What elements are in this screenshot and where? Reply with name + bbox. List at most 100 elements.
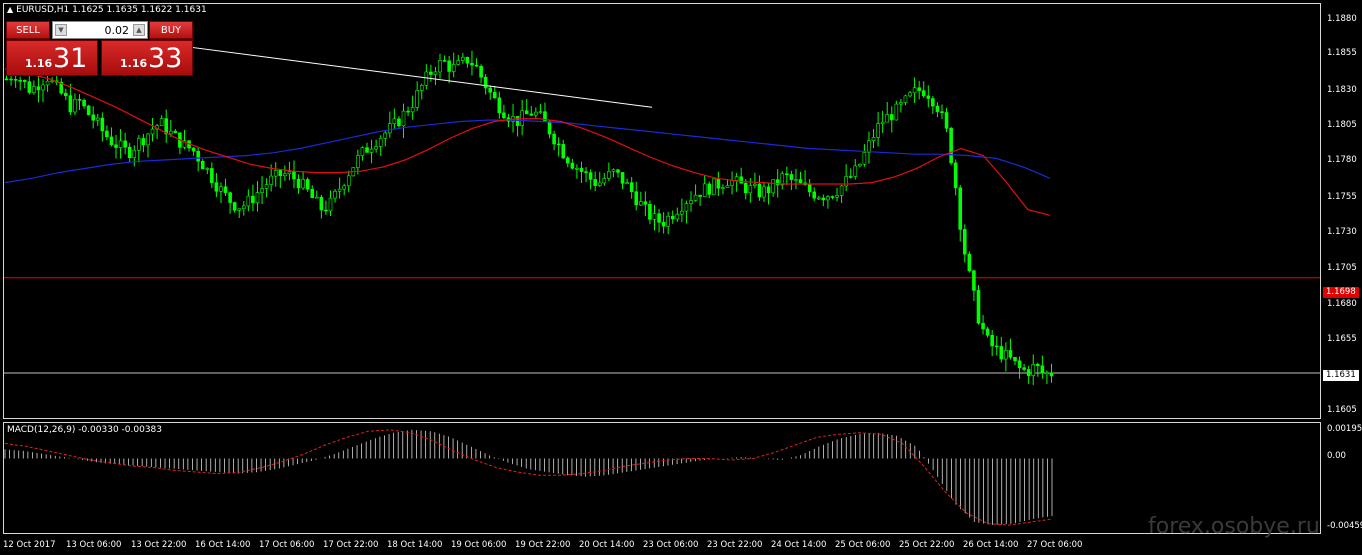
candle-body bbox=[762, 186, 766, 198]
candle-body bbox=[643, 201, 648, 205]
candle-body bbox=[534, 111, 538, 116]
price-scale-label: 1.1855 bbox=[1327, 48, 1357, 58]
chart-header: ▲ EURUSD,H1 1.1625 1.1635 1.1622 1.1631 bbox=[7, 5, 207, 15]
lot-increase-icon[interactable]: ▲ bbox=[133, 24, 145, 36]
trendline bbox=[149, 41, 653, 108]
time-axis-label: 26 Oct 14:00 bbox=[963, 540, 1019, 550]
collapse-triangle-icon[interactable]: ▲ bbox=[7, 5, 13, 14]
candle-body bbox=[433, 71, 438, 75]
candle-body bbox=[95, 117, 100, 121]
candle-body bbox=[9, 78, 13, 81]
sell-price-button[interactable]: 1.16 31 bbox=[6, 40, 98, 76]
candle-body bbox=[1022, 367, 1026, 370]
candle-body bbox=[82, 99, 86, 107]
candle-body bbox=[967, 253, 972, 272]
candle-body bbox=[1004, 350, 1008, 360]
candle-body bbox=[246, 195, 251, 207]
candle-body bbox=[260, 188, 264, 193]
candle-body bbox=[392, 118, 397, 124]
time-axis-label: 25 Oct 22:00 bbox=[899, 540, 955, 550]
candle-body bbox=[310, 188, 315, 199]
lot-size-field[interactable]: ▼ ▲ bbox=[52, 21, 148, 39]
candle-body bbox=[721, 187, 725, 189]
candle-body bbox=[1017, 360, 1022, 369]
candle-body bbox=[378, 137, 383, 147]
price-scale-label: 1.1755 bbox=[1327, 192, 1357, 202]
macd-scale-label: -0.00459 bbox=[1327, 521, 1362, 531]
candle-body bbox=[200, 160, 205, 170]
candle-body bbox=[419, 85, 424, 91]
sell-button[interactable]: SELL bbox=[6, 21, 50, 39]
macd-title: MACD(12,26,9) -0.00330 -0.00383 bbox=[7, 425, 163, 435]
lot-decrease-icon[interactable]: ▼ bbox=[55, 24, 67, 36]
candle-body bbox=[931, 98, 935, 107]
candle-body bbox=[620, 172, 625, 184]
chart-window[interactable]: ▲ EURUSD,H1 1.1625 1.1635 1.1622 1.1631 S… bbox=[0, 0, 1362, 555]
candle-body bbox=[853, 165, 858, 177]
candle-body bbox=[333, 190, 337, 199]
candle-body bbox=[232, 202, 237, 211]
candle-body bbox=[315, 196, 319, 199]
candle-body bbox=[105, 130, 109, 138]
candle-body bbox=[588, 172, 593, 180]
candle-body bbox=[374, 146, 378, 150]
candle-body bbox=[383, 132, 388, 139]
candle-body bbox=[826, 196, 830, 201]
candle-body bbox=[324, 209, 328, 212]
candle-body bbox=[483, 76, 488, 89]
candle-body bbox=[22, 80, 27, 82]
time-axis-label: 12 Oct 2017 bbox=[3, 540, 56, 550]
candle-body bbox=[109, 136, 114, 146]
candle-body bbox=[73, 98, 77, 113]
time-axis-label: 23 Oct 22:00 bbox=[707, 540, 763, 550]
candle-body bbox=[780, 173, 785, 186]
candle-body bbox=[278, 170, 283, 177]
candle-body bbox=[976, 290, 981, 324]
candle-body bbox=[337, 188, 342, 192]
candle-body bbox=[739, 176, 743, 184]
candle-body bbox=[114, 144, 118, 148]
candle-body bbox=[1008, 350, 1013, 358]
candle-body bbox=[675, 213, 680, 220]
candle-body bbox=[734, 176, 739, 181]
lot-size-input[interactable] bbox=[69, 22, 129, 38]
candle-body bbox=[515, 116, 520, 127]
candle-body bbox=[173, 130, 178, 134]
candle-body bbox=[917, 87, 921, 91]
one-click-trading-panel: SELL ▼ ▲ BUY 1.16 31 1.16 33 bbox=[6, 19, 193, 76]
candle-body bbox=[401, 110, 406, 127]
candle-body bbox=[981, 322, 985, 330]
price-scale-label: 1.1705 bbox=[1327, 263, 1357, 273]
candle-body bbox=[716, 178, 721, 189]
candle-body bbox=[999, 346, 1004, 360]
buy-price-button[interactable]: 1.16 33 bbox=[101, 40, 193, 76]
candle-body bbox=[296, 178, 301, 189]
time-axis-label: 18 Oct 14:00 bbox=[387, 540, 443, 550]
candle-body bbox=[680, 210, 684, 215]
candle-body bbox=[812, 191, 817, 199]
candle-body bbox=[652, 213, 657, 220]
candle-body bbox=[839, 185, 844, 196]
candle-body bbox=[283, 173, 287, 177]
candle-body bbox=[556, 143, 561, 146]
candle-body bbox=[661, 222, 666, 227]
candle-body bbox=[552, 133, 556, 145]
candle-body bbox=[894, 103, 899, 121]
candle-body bbox=[607, 171, 611, 179]
candle-body bbox=[18, 79, 22, 82]
candle-body bbox=[127, 146, 132, 159]
candle-body bbox=[885, 114, 890, 123]
candle-body bbox=[529, 113, 534, 116]
candle-body bbox=[456, 60, 461, 65]
candle-body bbox=[670, 215, 675, 220]
candle-body bbox=[465, 56, 470, 64]
candle-body bbox=[223, 186, 228, 193]
candle-body bbox=[492, 91, 497, 99]
candle-body bbox=[597, 182, 602, 186]
buy-button[interactable]: BUY bbox=[149, 21, 193, 39]
candle-body bbox=[301, 179, 305, 189]
time-axis-label: 13 Oct 06:00 bbox=[66, 540, 122, 550]
symbol-quote-label: EURUSD,H1 1.1625 1.1635 1.1622 1.1631 bbox=[16, 5, 207, 15]
candle-body bbox=[77, 98, 82, 101]
candle-body bbox=[269, 175, 273, 185]
